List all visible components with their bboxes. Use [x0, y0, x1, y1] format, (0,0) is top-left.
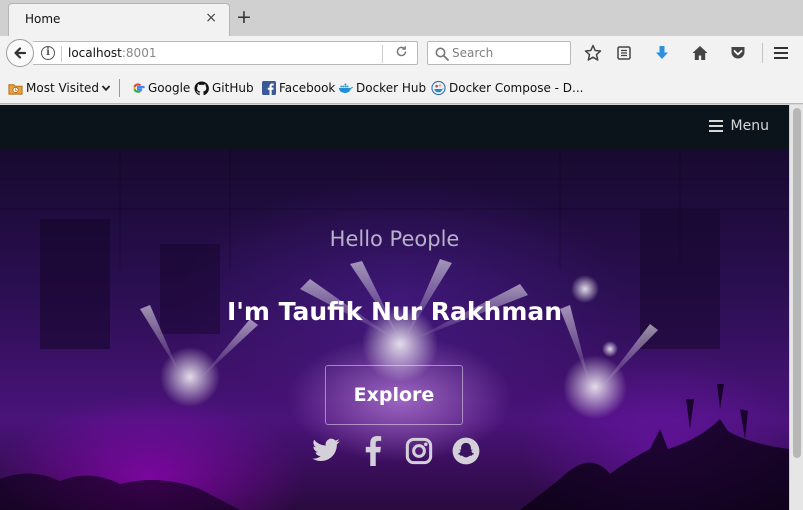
- hero-greeting: Hello People: [329, 227, 460, 251]
- instagram-icon[interactable]: [404, 435, 434, 467]
- star-icon[interactable]: [584, 44, 602, 62]
- github-icon: [194, 80, 209, 96]
- bookmark-github[interactable]: GitHub: [194, 80, 254, 96]
- bookmark-label: Google: [148, 81, 191, 95]
- bookmark-label: Docker Compose - D...: [449, 81, 584, 95]
- hero-name-heading: I'm Taufik Nur Rakhman: [226, 297, 563, 326]
- toolbar-divider: [762, 43, 763, 63]
- snapchat-icon[interactable]: [451, 435, 481, 467]
- site-navbar: Menu: [0, 105, 789, 149]
- search-placeholder: Search: [452, 46, 494, 60]
- close-tab-icon[interactable]: ×: [205, 11, 217, 25]
- home-icon[interactable]: [691, 44, 709, 62]
- bookmark-divider: [119, 79, 120, 97]
- tab-strip: Home × +: [0, 0, 803, 36]
- site-menu-button[interactable]: Menu: [708, 118, 769, 134]
- scrollbar-thumb[interactable]: [793, 108, 801, 458]
- tab-home[interactable]: Home ×: [8, 3, 230, 36]
- page-viewport: Menu Hello People I'm Taufik Nur Rakhman…: [0, 105, 789, 510]
- bookmark-label: Facebook: [279, 81, 336, 95]
- bookmarks-toolbar: Most Visited Google GitHub Facebook Dock…: [0, 70, 803, 104]
- menu-label: Menu: [730, 118, 769, 134]
- back-arrow-icon: [14, 47, 27, 59]
- url-port: :8001: [121, 46, 157, 60]
- tab-title: Home: [25, 12, 61, 26]
- url-separator: [61, 46, 62, 62]
- url-bar[interactable]: i localhost:8001: [33, 41, 418, 65]
- docker-compose-icon: [431, 80, 446, 96]
- url-separator-right: [382, 45, 383, 63]
- facebook-icon: [261, 81, 276, 96]
- docker-icon: [338, 81, 353, 96]
- download-icon[interactable]: [653, 44, 671, 62]
- bookmark-facebook[interactable]: Facebook: [261, 80, 335, 96]
- bookmark-docker-compose[interactable]: Docker Compose - D...: [431, 80, 583, 96]
- hamburger-menu-icon[interactable]: [772, 44, 790, 62]
- new-tab-button[interactable]: +: [234, 6, 254, 28]
- bookmark-label: Most Visited: [26, 81, 100, 95]
- search-input[interactable]: Search: [427, 41, 571, 65]
- url-text[interactable]: localhost:8001: [68, 46, 156, 60]
- reading-list-icon[interactable]: [615, 44, 633, 62]
- reload-icon[interactable]: [395, 45, 408, 62]
- info-icon[interactable]: i: [41, 46, 55, 60]
- hero-section: Hello People I'm Taufik Nur Rakhman Expl…: [0, 149, 789, 510]
- explore-button[interactable]: Explore: [325, 365, 463, 425]
- bookmark-label: GitHub: [212, 81, 254, 95]
- twitter-icon[interactable]: [311, 435, 341, 467]
- bookmark-google[interactable]: Google: [130, 80, 190, 96]
- facebook-icon[interactable]: [358, 435, 388, 467]
- google-icon: [130, 81, 145, 96]
- hero-content: Hello People I'm Taufik Nur Rakhman Expl…: [0, 149, 789, 510]
- navigation-toolbar: i localhost:8001 Search: [0, 36, 803, 70]
- url-host: localhost: [68, 46, 122, 60]
- bookmark-label: Docker Hub: [356, 81, 427, 95]
- menu-bars-icon: [708, 120, 723, 132]
- chevron-down-icon: [101, 83, 111, 93]
- bookmark-most-visited[interactable]: Most Visited: [8, 80, 111, 96]
- back-button[interactable]: [6, 39, 34, 67]
- most-visited-icon: [8, 81, 23, 96]
- search-icon: [435, 47, 449, 61]
- pocket-icon[interactable]: [729, 44, 747, 62]
- social-links: [311, 435, 481, 471]
- bookmark-docker-hub[interactable]: Docker Hub: [338, 80, 426, 96]
- page-scrollbar[interactable]: [789, 105, 803, 510]
